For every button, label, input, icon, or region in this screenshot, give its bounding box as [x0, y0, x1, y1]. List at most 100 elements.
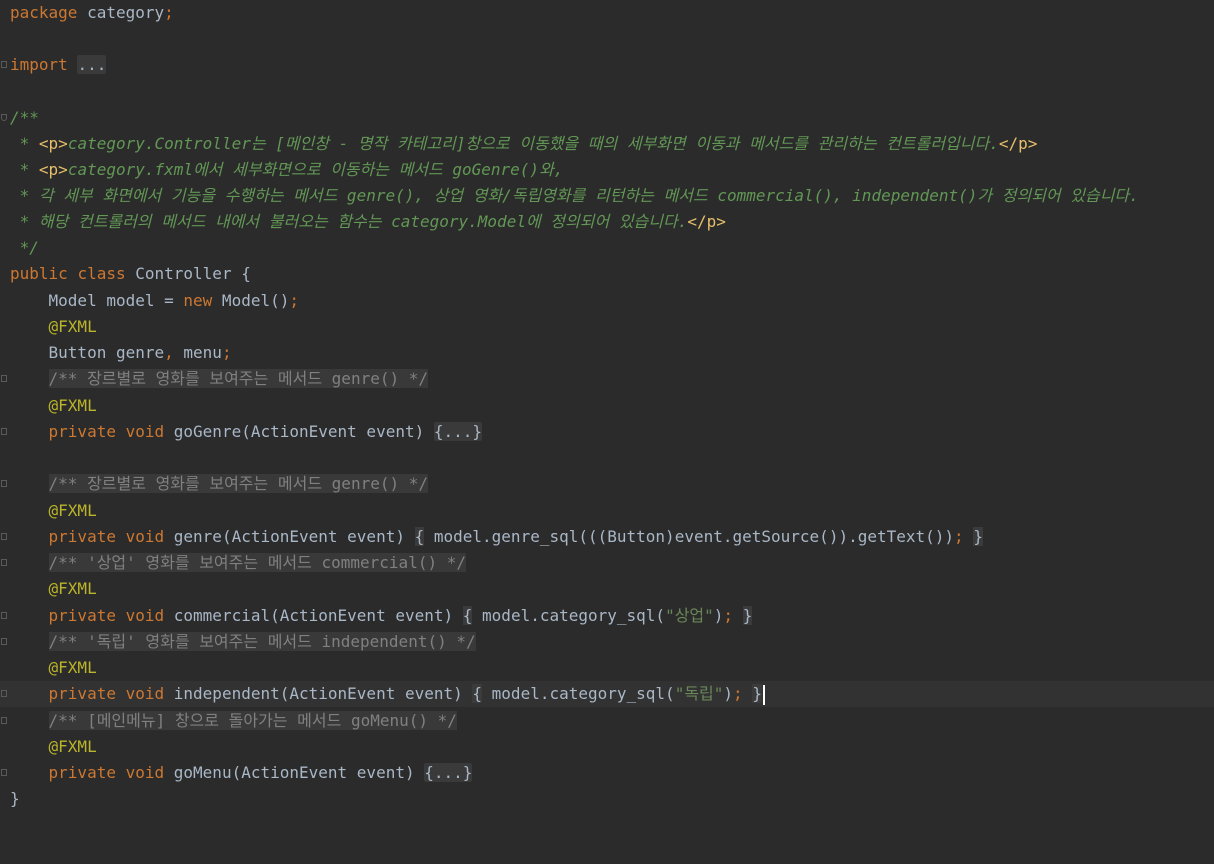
close-brace: }: [752, 684, 762, 703]
fold-marker-icon[interactable]: [1, 533, 7, 540]
string-independent: "독립": [674, 684, 724, 703]
code-line-doc-1[interactable]: * <p>category.Controller는 [메인창 - 명작 카테고리…: [0, 131, 1214, 157]
fold-marker-icon[interactable]: [1, 559, 7, 566]
comment-commercial: /** '상업' 영화를 보여주는 메서드 commercial() */: [48, 553, 466, 572]
class-close-brace: }: [10, 789, 20, 808]
code-line-class-decl[interactable]: public class Controller {: [0, 261, 1214, 287]
method-body-commercial: model.category_sql(: [472, 606, 666, 625]
close-brace: }: [973, 527, 983, 546]
annotation-fxml: @FXML: [48, 396, 97, 415]
keyword-private: private: [48, 606, 116, 625]
code-line-import[interactable]: import ...: [0, 52, 1214, 78]
method-body-independent: model.category_sql(: [482, 684, 675, 703]
code-line-package[interactable]: package category;: [0, 0, 1214, 26]
keyword-void: void: [125, 606, 165, 625]
code-line-buttons[interactable]: Button genre, menu;: [0, 340, 1214, 366]
code-line-comment-independent[interactable]: /** '독립' 영화를 보여주는 메서드 independent() */: [0, 629, 1214, 655]
code-line-fxml[interactable]: @FXML: [0, 734, 1214, 760]
package-name: category: [87, 3, 165, 22]
code-line-goGenre[interactable]: private void goGenre(ActionEvent event) …: [0, 419, 1214, 445]
code-line-doc-close[interactable]: */: [0, 235, 1214, 261]
keyword-import: import: [10, 55, 68, 74]
comment-independent: /** '독립' 영화를 보여주는 메서드 independent() */: [48, 632, 476, 651]
fold-marker-icon[interactable]: [1, 717, 7, 724]
semicolon: ;: [954, 527, 964, 546]
keyword-private: private: [48, 684, 116, 703]
comment-genre: /** 장르별로 영화를 보여주는 메서드 genre() */: [48, 474, 429, 493]
keyword-private: private: [48, 527, 116, 546]
keyword-package: package: [10, 3, 78, 22]
annotation-fxml: @FXML: [48, 737, 97, 756]
code-line-model[interactable]: Model model = new Model();: [0, 288, 1214, 314]
doc-line-2: category.fxml에서 세부화면으로 이동하는 메서드 goGenre(…: [67, 160, 564, 179]
code-line-comment-commercial[interactable]: /** '상업' 영화를 보여주는 메서드 commercial() */: [0, 550, 1214, 576]
fold-marker-icon[interactable]: [1, 375, 7, 382]
code-line-goMenu[interactable]: private void goMenu(ActionEvent event) {…: [0, 760, 1214, 786]
semicolon: ;: [723, 606, 734, 625]
code-line-genre[interactable]: private void genre(ActionEvent event) { …: [0, 524, 1214, 550]
model-decl: Model model =: [10, 291, 184, 310]
fold-marker-icon[interactable]: [1, 612, 7, 619]
fold-marker-icon[interactable]: [1, 690, 7, 697]
fold-marker-icon[interactable]: [1, 61, 7, 68]
code-line-comment-genre[interactable]: /** 장르별로 영화를 보여주는 메서드 genre() */: [0, 471, 1214, 497]
fold-marker-icon[interactable]: [1, 638, 7, 645]
code-line-doc-2[interactable]: * <p>category.fxml에서 세부화면으로 이동하는 메서드 goG…: [0, 157, 1214, 183]
doc-prefix: *: [10, 134, 39, 153]
fold-marker-icon[interactable]: [1, 114, 7, 121]
folded-imports[interactable]: ...: [77, 55, 107, 74]
annotation-fxml: @FXML: [48, 317, 97, 336]
code-line-fxml[interactable]: @FXML: [0, 314, 1214, 340]
doc-line-4: * 해당 컨트롤러의 메서드 내에서 불러오는 함수는 category.Mod…: [10, 212, 688, 231]
close-paren: ): [723, 684, 734, 703]
doc-tag-p-close: </p>: [687, 212, 726, 231]
annotation-fxml: @FXML: [48, 658, 97, 677]
button-menu: menu: [173, 343, 222, 362]
keyword-private: private: [48, 763, 116, 782]
fold-marker-icon[interactable]: [1, 428, 7, 435]
keyword-new: new: [183, 291, 213, 310]
code-line-fxml[interactable]: @FXML: [0, 576, 1214, 602]
close-paren: ): [713, 606, 724, 625]
method-signature-goGenre: goGenre(ActionEvent event): [164, 422, 434, 441]
doc-tag-p-open: <p>: [38, 160, 68, 179]
folded-body-goMenu[interactable]: {...}: [424, 763, 473, 782]
code-line-fxml[interactable]: @FXML: [0, 393, 1214, 419]
model-ctor: Model(): [212, 291, 290, 310]
fold-marker-icon[interactable]: [1, 480, 7, 487]
open-brace: {: [472, 684, 483, 703]
semicolon: ;: [221, 343, 232, 362]
semicolon: ;: [733, 684, 743, 703]
code-line-doc-4[interactable]: * 해당 컨트롤러의 메서드 내에서 불러오는 함수는 category.Mod…: [0, 209, 1214, 235]
method-signature-independent: independent(ActionEvent event): [164, 684, 473, 703]
code-line-class-close[interactable]: }: [0, 786, 1214, 812]
code-line-comment-goGenre[interactable]: /** 장르별로 영화를 보여주는 메서드 genre() */: [0, 366, 1214, 392]
method-signature-goMenu: goMenu(ActionEvent event): [164, 763, 425, 782]
folded-body-goGenre[interactable]: {...}: [433, 422, 483, 441]
code-line-independent[interactable]: private void independent(ActionEvent eve…: [0, 681, 1214, 707]
code-line-fxml[interactable]: @FXML: [0, 498, 1214, 524]
annotation-fxml: @FXML: [48, 501, 97, 520]
keyword-public: public: [10, 264, 68, 283]
comment-goMenu: /** [메인메뉴] 창으로 돌아가는 메서드 goMenu() */: [48, 711, 457, 730]
keyword-void: void: [125, 527, 165, 546]
string-commercial: "상업": [665, 606, 714, 625]
doc-tag-p-open: <p>: [38, 134, 68, 153]
close-brace: }: [742, 606, 753, 625]
semicolon: ;: [164, 3, 174, 22]
fold-marker-icon[interactable]: [1, 769, 7, 776]
annotation-fxml: @FXML: [48, 579, 97, 598]
code-editor[interactable]: package category; import ... /** * <p>ca…: [0, 0, 1214, 816]
doc-comment-close: */: [10, 238, 39, 257]
code-line-doc-3[interactable]: * 각 세부 화면에서 기능을 수행하는 메서드 genre(), 상업 영화/…: [0, 183, 1214, 209]
code-line-comment-goMenu[interactable]: /** [메인메뉴] 창으로 돌아가는 메서드 goMenu() */: [0, 708, 1214, 734]
comma: ,: [164, 343, 174, 362]
method-signature-genre: genre(ActionEvent event): [164, 527, 415, 546]
code-line-doc-open[interactable]: /**: [0, 105, 1214, 131]
comment-goGenre: /** 장르별로 영화를 보여주는 메서드 genre() */: [48, 369, 429, 388]
doc-line-1: category.Controller는 [메인창 - 명작 카테고리]창으로 …: [67, 134, 999, 153]
method-signature-commercial: commercial(ActionEvent event): [164, 606, 463, 625]
keyword-void: void: [125, 763, 165, 782]
code-line-fxml[interactable]: @FXML: [0, 655, 1214, 681]
code-line-commercial[interactable]: private void commercial(ActionEvent even…: [0, 603, 1214, 629]
